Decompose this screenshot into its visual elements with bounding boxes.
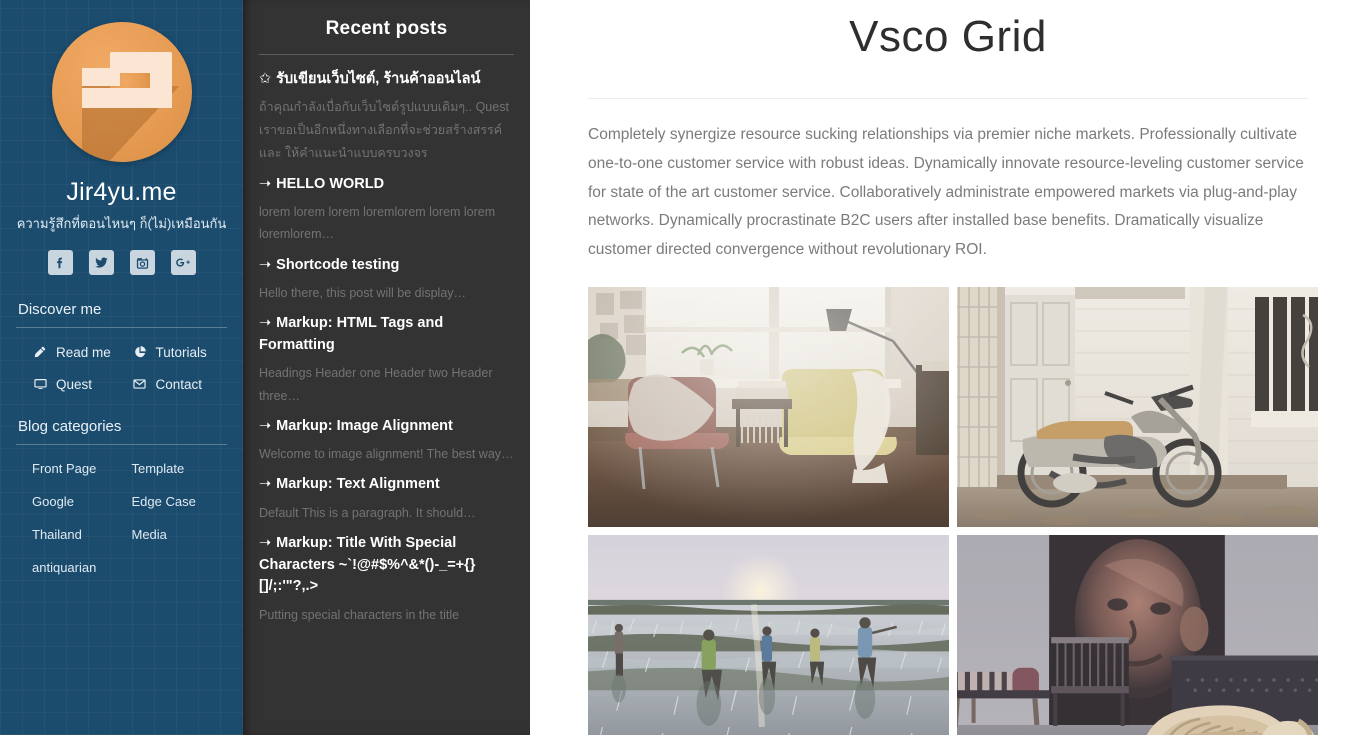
site-title: Jir4yu.me <box>66 178 177 206</box>
page-title: Vsco Grid <box>849 12 1047 61</box>
post-list-item: ➝ HELLO WORLD lorem lorem lorem loremlore… <box>259 174 514 246</box>
category-front-page[interactable]: Front Page <box>32 461 128 476</box>
arrow-bullet-icon: ➝ <box>259 417 272 434</box>
post-title-text: รับเขียนเว็บไซต์, ร้านค้าออนไลน์ <box>276 71 481 87</box>
photo-grid <box>588 287 1318 735</box>
arrow-bullet-icon: ➝ <box>259 256 272 273</box>
post-title-text: HELLO WORLD <box>276 175 385 192</box>
social-links <box>16 250 227 275</box>
envelope-icon <box>132 376 148 392</box>
blog-categories-heading: Blog categories <box>18 418 122 435</box>
post-list-item: ➝ Markup: HTML Tags and Formatting Headin… <box>259 313 514 406</box>
pie-chart-icon <box>132 344 148 360</box>
main-content: Vsco Grid Completely synergize resource … <box>530 0 1366 735</box>
categories-divider <box>16 444 227 445</box>
photo-tile-gallery-interior[interactable] <box>957 535 1318 735</box>
page-body-text: Completely synergize resource sucking re… <box>588 126 1304 259</box>
page-root: Jir4yu.me ความรู้สึกที่ตอนไหนๆ ก็(ไม่)เห… <box>0 0 1366 735</box>
menu-item-label: Quest <box>56 376 93 392</box>
discover-menu: Read me Tutorials Quest Contact <box>16 344 227 392</box>
discover-divider <box>16 327 227 328</box>
arrow-bullet-icon: ➝ <box>259 535 272 552</box>
post-excerpt: Putting special characters in the title <box>259 607 460 622</box>
site-tagline: ความรู้สึกที่ตอนไหนๆ ก็(ไม่)เหมือนกัน <box>16 216 227 231</box>
post-title[interactable]: ➝ HELLO WORLD <box>259 174 514 195</box>
post-title[interactable]: ➝ Markup: Title With Special Characters ~… <box>259 533 514 597</box>
photo-wetland-sunset-image <box>588 535 949 735</box>
recent-posts-heading: Recent posts <box>325 18 448 39</box>
menu-item-label: Contact <box>155 376 203 392</box>
menu-item-label: Tutorials <box>155 344 207 360</box>
post-list-item: ➝ Markup: Image Alignment Welcome to imag… <box>259 416 514 466</box>
post-excerpt: Headings Header one Header two Header th… <box>259 366 493 403</box>
menu-item-quest[interactable]: Quest <box>32 376 128 392</box>
facebook-icon[interactable] <box>47 250 73 275</box>
post-excerpt: ถ้าคุณกำลังเบื่อกับเว็บไซต์รูปแบบเดิมๆ..… <box>259 100 509 160</box>
title-divider <box>588 98 1308 99</box>
logo-base-shape <box>81 88 172 108</box>
category-template[interactable]: Template <box>132 461 228 476</box>
category-media[interactable]: Media <box>132 527 228 542</box>
star-bullet-icon: ✩ <box>259 71 272 87</box>
post-excerpt: Hello there, this post will be display… <box>259 286 467 301</box>
arrow-bullet-icon: ➝ <box>259 476 272 493</box>
avatar-wrapper <box>16 0 227 162</box>
post-list-item: ✩ รับเขียนเว็บไซต์, ร้านค้าออนไลน์ ถ้าคุณ… <box>259 69 514 165</box>
post-title-text: Markup: Image Alignment <box>276 417 453 434</box>
category-edge-case[interactable]: Edge Case <box>132 494 228 509</box>
pen-icon <box>32 344 48 360</box>
category-google[interactable]: Google <box>32 494 128 509</box>
post-title[interactable]: ➝ Markup: HTML Tags and Formatting <box>259 313 514 356</box>
photo-tile-living-room[interactable] <box>588 287 949 528</box>
menu-item-label: Read me <box>56 344 111 360</box>
post-title[interactable]: ➝ Markup: Text Alignment <box>259 474 514 495</box>
photo-tile-motorcycle[interactable] <box>957 287 1318 528</box>
blog-categories-list: Front Page Template Google Edge Case Tha… <box>16 461 227 575</box>
post-title-text: Markup: Title With Special Characters ~`… <box>259 535 476 595</box>
post-list-item: ➝ Shortcode testing Hello there, this pos… <box>259 255 514 305</box>
monitor-icon <box>32 376 48 392</box>
twitter-icon[interactable] <box>88 250 114 275</box>
main-inner: Vsco Grid Completely synergize resource … <box>530 0 1366 735</box>
post-list-item: ➝ Markup: Text Alignment Default This is … <box>259 474 514 524</box>
menu-item-read-me[interactable]: Read me <box>32 344 128 360</box>
logo-bar-shape <box>81 68 120 86</box>
photo-motorcycle-image <box>957 287 1318 528</box>
instagram-icon[interactable] <box>129 250 155 275</box>
avatar[interactable] <box>51 22 192 162</box>
post-title-text: Shortcode testing <box>276 256 400 273</box>
recent-posts-divider <box>259 54 514 55</box>
photo-living-room-image <box>588 287 949 528</box>
arrow-bullet-icon: ➝ <box>259 175 272 192</box>
menu-item-tutorials[interactable]: Tutorials <box>132 344 228 360</box>
post-excerpt: lorem lorem lorem loremlorem lorem lorem… <box>259 205 496 242</box>
post-excerpt: Welcome to image alignment! The best way… <box>259 447 514 462</box>
arrow-bullet-icon: ➝ <box>259 315 272 332</box>
photo-gallery-interior-image <box>957 535 1318 735</box>
recent-posts-panel: Recent posts ✩ รับเขียนเว็บไซต์, ร้านค้าอ… <box>243 0 530 735</box>
googleplus-icon[interactable] <box>170 250 196 275</box>
post-title[interactable]: ➝ Markup: Image Alignment <box>259 416 514 437</box>
photo-tile-wetland-sunset[interactable] <box>588 535 949 735</box>
category-thailand[interactable]: Thailand <box>32 527 128 542</box>
post-title[interactable]: ➝ Shortcode testing <box>259 255 514 276</box>
category-antiquarian[interactable]: antiquarian <box>32 560 128 575</box>
post-excerpt: Default This is a paragraph. It should… <box>259 505 476 520</box>
menu-item-contact[interactable]: Contact <box>132 376 228 392</box>
post-list-item: ➝ Markup: Title With Special Characters ~… <box>259 533 514 626</box>
post-title[interactable]: ✩ รับเขียนเว็บไซต์, ร้านค้าออนไลน์ <box>259 69 514 90</box>
post-title-text: Markup: HTML Tags and Formatting <box>259 315 444 353</box>
sidebar: Jir4yu.me ความรู้สึกที่ตอนไหนๆ ก็(ไม่)เห… <box>0 0 243 735</box>
discover-me-heading: Discover me <box>18 301 102 318</box>
post-title-text: Markup: Text Alignment <box>276 476 440 493</box>
